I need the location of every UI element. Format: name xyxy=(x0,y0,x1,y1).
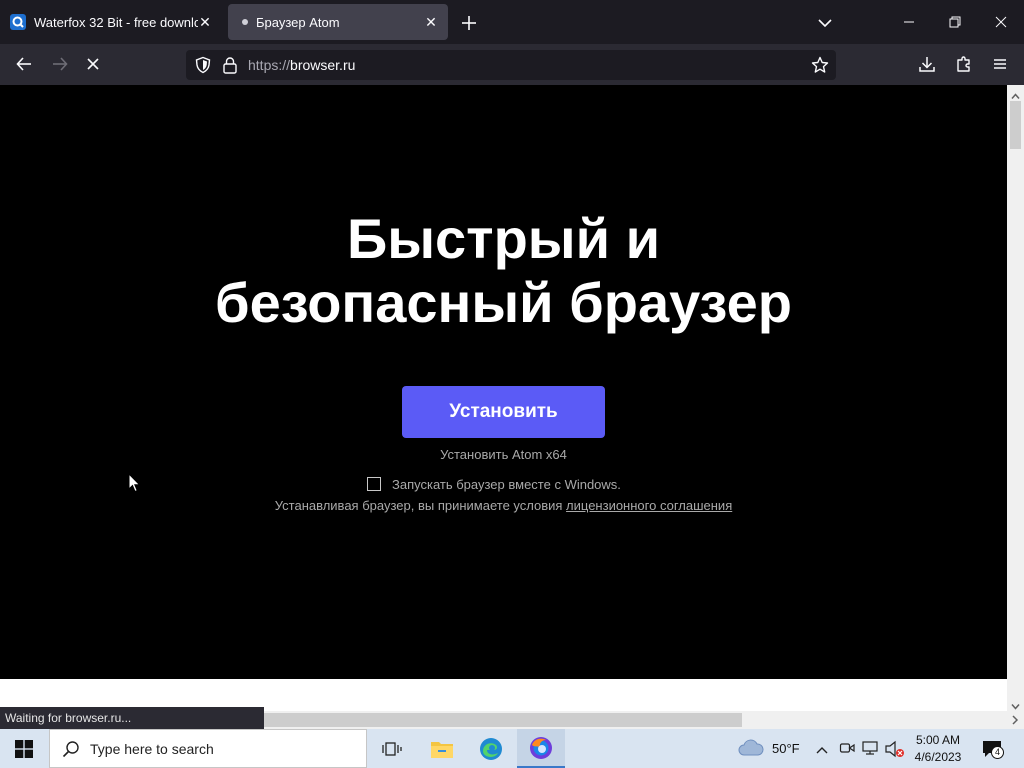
scroll-right-arrow-icon[interactable] xyxy=(1007,711,1024,729)
tab-strip: Waterfox 32 Bit - free download ✕ Браузе… xyxy=(0,0,1024,44)
notification-center-icon[interactable]: 4 xyxy=(981,738,1004,760)
meet-now-icon[interactable] xyxy=(839,740,855,761)
horizontal-scrollbar[interactable] xyxy=(264,711,1007,729)
tab-waterfox[interactable]: Waterfox 32 Bit - free download ✕ xyxy=(4,4,222,40)
list-all-tabs-button[interactable] xyxy=(812,10,838,36)
tracking-protection-shield-icon[interactable] xyxy=(194,56,212,79)
menu-hamburger-icon[interactable] xyxy=(984,48,1016,80)
taskbar-search-box[interactable]: Type here to search xyxy=(49,729,367,768)
tray-chevron-up-icon[interactable] xyxy=(816,742,828,760)
downloads-button[interactable] xyxy=(911,48,943,80)
license-prefix: Устанавливая браузер, вы принимаете усло… xyxy=(274,498,567,513)
status-panel: Waiting for browser.ru... xyxy=(0,707,264,729)
install-button[interactable]: Установить xyxy=(402,386,605,438)
taskbar-clock[interactable]: 5:00 AM 4/6/2023 xyxy=(905,732,971,766)
headline-line-2: безопасный браузер xyxy=(215,271,792,334)
task-view-icon[interactable] xyxy=(368,729,416,768)
mouse-cursor-icon xyxy=(128,472,142,499)
search-icon xyxy=(62,740,80,758)
extensions-puzzle-icon[interactable] xyxy=(948,48,980,80)
bookmark-star-icon[interactable] xyxy=(811,56,829,79)
taskbar: Type here to search 50°F 5:00 AM 4/6/202… xyxy=(0,729,1024,768)
firefox-taskbar-icon[interactable] xyxy=(517,729,565,768)
close-window-button[interactable] xyxy=(978,0,1024,44)
file-explorer-icon[interactable] xyxy=(418,729,466,768)
clock-time: 5:00 AM xyxy=(915,733,961,747)
new-tab-button[interactable] xyxy=(456,10,482,36)
back-button[interactable] xyxy=(8,48,40,80)
waterfox-favicon-icon xyxy=(10,14,26,30)
edge-browser-icon[interactable] xyxy=(467,729,515,768)
page-content: Быстрый и безопасный браузер Установить … xyxy=(0,85,1007,679)
close-tab-icon[interactable]: ✕ xyxy=(422,13,440,31)
horizontal-scroll-thumb[interactable] xyxy=(264,713,742,727)
url-text: https://browser.ru xyxy=(248,57,355,73)
network-icon[interactable] xyxy=(862,740,880,761)
url-host: browser.ru xyxy=(290,57,356,73)
forward-button[interactable] xyxy=(44,48,76,80)
autostart-checkbox-label: Запускать браузер вместе с Windows. xyxy=(392,476,621,492)
vertical-scrollbar[interactable] xyxy=(1007,85,1024,711)
volume-muted-icon[interactable] xyxy=(885,740,905,763)
restore-button[interactable] xyxy=(932,0,978,44)
page-headline: Быстрый и безопасный браузер xyxy=(0,207,1007,335)
autostart-checkbox[interactable] xyxy=(367,477,381,491)
clock-date: 4/6/2023 xyxy=(914,750,962,764)
loading-favicon-icon xyxy=(242,19,248,25)
minimize-button[interactable] xyxy=(886,0,932,44)
lock-icon[interactable] xyxy=(222,56,238,79)
windows-start-icon[interactable] xyxy=(0,729,48,768)
license-link[interactable]: лицензионного соглашения xyxy=(566,498,732,513)
stop-loading-button[interactable] xyxy=(77,48,109,80)
vertical-scroll-thumb[interactable] xyxy=(1010,101,1021,149)
address-bar[interactable]: https://browser.ru xyxy=(186,50,836,80)
autostart-checkbox-row[interactable]: Запускать браузер вместе с Windows. xyxy=(367,476,621,492)
install-subtitle: Установить Atom x64 xyxy=(440,447,567,462)
search-placeholder: Type here to search xyxy=(90,740,214,757)
tab-title: Waterfox 32 Bit - free download xyxy=(34,14,198,30)
weather-cloud-icon[interactable] xyxy=(737,738,765,763)
license-notice: Устанавливая браузер, вы принимаете усло… xyxy=(0,498,1007,513)
tab-atom[interactable]: Браузер Atom ✕ xyxy=(228,4,448,40)
notification-count-badge: 4 xyxy=(991,746,1004,759)
tab-title: Браузер Atom xyxy=(256,14,340,30)
headline-line-1: Быстрый и xyxy=(346,207,661,270)
weather-temperature[interactable]: 50°F xyxy=(772,741,800,756)
navigation-toolbar: https://browser.ru xyxy=(0,44,1024,85)
url-scheme: https:// xyxy=(248,57,291,73)
close-tab-icon[interactable]: ✕ xyxy=(196,13,214,31)
